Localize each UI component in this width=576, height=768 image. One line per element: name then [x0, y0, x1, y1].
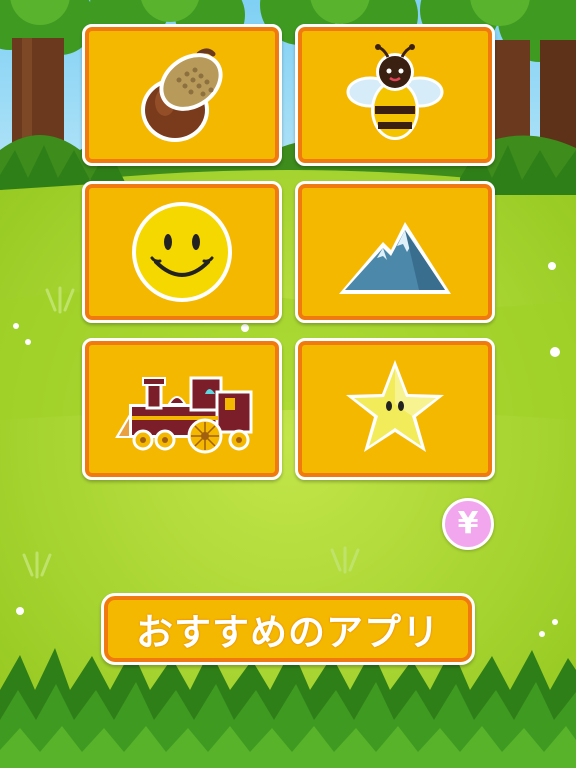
mountain-tile[interactable]: [295, 181, 495, 323]
smiley-tile[interactable]: [82, 181, 282, 323]
train-icon: [115, 376, 253, 454]
recommended-apps-label: おすすめのアプリ: [136, 611, 440, 654]
yen-icon: ¥: [457, 506, 479, 541]
mountain-icon: [339, 222, 451, 294]
smiley-face-icon: [132, 202, 232, 302]
train-tile[interactable]: [82, 338, 282, 480]
acorn-tile[interactable]: [82, 24, 282, 166]
star-icon: [346, 360, 444, 452]
recommended-apps-button[interactable]: おすすめのアプリ: [101, 593, 475, 665]
star-tile[interactable]: [295, 338, 495, 480]
yen-button[interactable]: ¥: [442, 498, 494, 550]
bee-icon: [346, 44, 444, 140]
acorn-icon: [141, 48, 223, 142]
bee-tile[interactable]: [295, 24, 495, 166]
